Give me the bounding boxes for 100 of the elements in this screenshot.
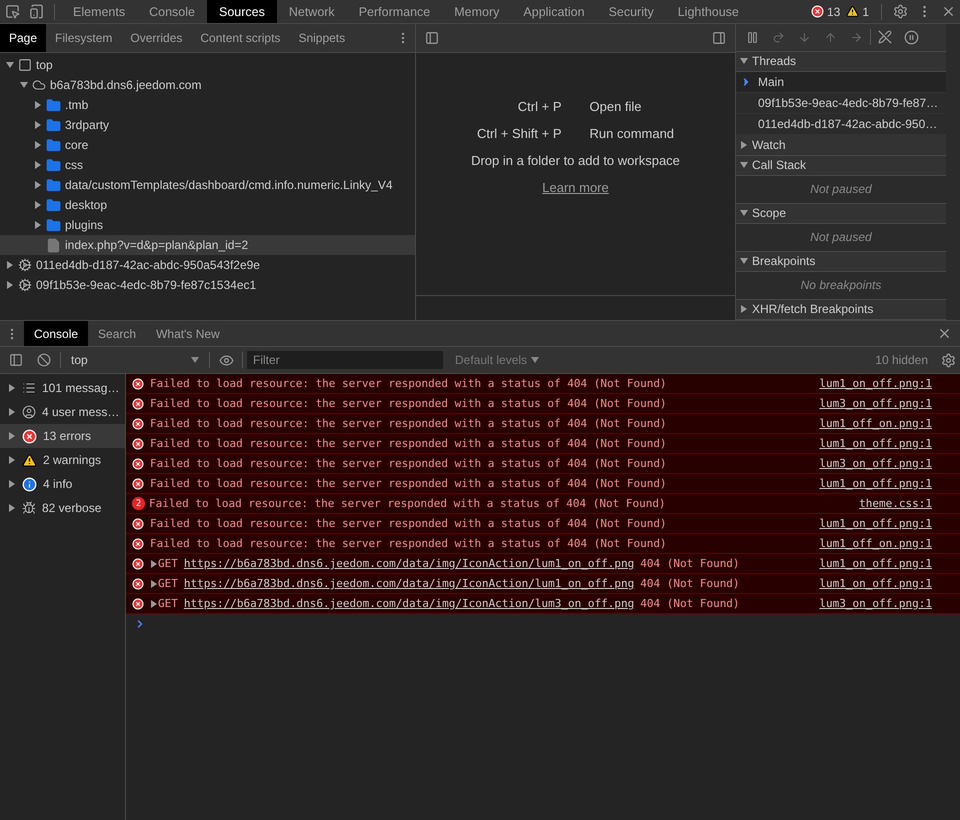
expand-arrow-icon[interactable] bbox=[150, 560, 158, 568]
tree-item[interactable]: index.php?v=d&p=plan&plan_id=2 bbox=[0, 235, 415, 255]
drop-folder-text: Drop in a folder to add to workspace bbox=[471, 153, 680, 168]
thread-item[interactable]: 011ed4db-d187-42ac-abdc-950… bbox=[736, 114, 946, 136]
panel-tab[interactable]: Security bbox=[596, 0, 666, 23]
panel-tab[interactable]: Application bbox=[511, 0, 597, 23]
section-header[interactable]: Call Stack bbox=[736, 156, 946, 176]
tree-item[interactable]: plugins bbox=[0, 215, 415, 235]
expand-arrow-icon[interactable] bbox=[8, 504, 16, 512]
source-link[interactable]: lum1_on_off.png:1 bbox=[819, 477, 932, 490]
expand-arrow-icon[interactable] bbox=[34, 221, 42, 229]
navigator-tab[interactable]: Filesystem bbox=[46, 24, 122, 52]
scrollbar[interactable] bbox=[946, 24, 960, 320]
expand-arrow-icon[interactable] bbox=[740, 57, 748, 66]
error-icon bbox=[810, 5, 824, 18]
panel-tab[interactable]: Performance bbox=[346, 0, 442, 23]
filter-item[interactable]: 4 user mess… bbox=[0, 400, 125, 424]
status-text: 404 (Not Found) bbox=[640, 597, 740, 610]
expand-arrow-icon[interactable] bbox=[740, 209, 748, 218]
expand-arrow-icon[interactable] bbox=[150, 580, 158, 588]
source-link[interactable]: lum1_on_off.png:1 bbox=[819, 377, 932, 390]
expand-arrow-icon[interactable] bbox=[34, 201, 42, 209]
section-header[interactable]: XHR/fetch Breakpoints bbox=[736, 300, 946, 320]
expand-arrow-icon[interactable] bbox=[6, 281, 14, 289]
tree-item[interactable]: .tmb bbox=[0, 95, 415, 115]
navigator-tab[interactable]: Content scripts bbox=[191, 24, 290, 52]
request-url[interactable]: https://b6a783bd.dns6.jeedom.com/data/img/IconAction/lum1_on_off.png bbox=[184, 577, 634, 590]
source-link[interactable]: lum1_off_on.png:1 bbox=[819, 537, 932, 550]
drawer-tab[interactable]: What's New bbox=[146, 321, 230, 346]
request-url[interactable]: https://b6a783bd.dns6.jeedom.com/data/img/IconAction/lum1_on_off.png bbox=[184, 557, 634, 570]
gear-icon bbox=[18, 278, 32, 292]
source-link[interactable]: lum3_on_off.png:1 bbox=[819, 457, 932, 470]
expand-arrow-icon[interactable] bbox=[34, 141, 42, 149]
source-link[interactable]: lum3_on_off.png:1 bbox=[819, 597, 932, 610]
source-link[interactable]: lum1_on_off.png:1 bbox=[819, 557, 932, 570]
expand-arrow-icon[interactable] bbox=[150, 600, 158, 608]
section-header[interactable]: Watch bbox=[736, 135, 946, 156]
navigator-tab[interactable]: Overrides bbox=[121, 24, 192, 52]
tree-item[interactable]: desktop bbox=[0, 195, 415, 215]
expand-arrow-icon[interactable] bbox=[8, 384, 16, 392]
expand-arrow-icon[interactable] bbox=[740, 141, 748, 150]
tree-item[interactable]: 09f1b53e-9eac-4edc-8b79-fe87c1534ec1 bbox=[0, 275, 415, 295]
error-icon bbox=[132, 538, 144, 550]
section-header[interactable]: Threads bbox=[736, 52, 946, 72]
panel-tab[interactable]: Console bbox=[137, 0, 207, 23]
context-select[interactable]: top bbox=[65, 353, 205, 367]
expand-arrow-icon[interactable] bbox=[34, 101, 42, 109]
drawer-tab[interactable]: Search bbox=[88, 321, 146, 346]
request-url[interactable]: https://b6a783bd.dns6.jeedom.com/data/img/IconAction/lum3_on_off.png bbox=[184, 597, 634, 610]
expand-arrow-icon[interactable] bbox=[20, 81, 28, 89]
expand-arrow-icon[interactable] bbox=[8, 432, 16, 440]
error-icon bbox=[132, 598, 144, 610]
section-header[interactable]: Breakpoints bbox=[736, 252, 946, 272]
filter-item[interactable]: 4 info bbox=[0, 472, 125, 496]
source-link[interactable]: lum1_on_off.png:1 bbox=[819, 437, 932, 450]
expand-arrow-icon[interactable] bbox=[740, 305, 748, 314]
panel-tab[interactable]: Lighthouse bbox=[666, 0, 751, 23]
navigator-tab[interactable]: Page bbox=[0, 24, 46, 52]
drawer-tab[interactable]: Console bbox=[24, 321, 88, 346]
thread-item[interactable]: 09f1b53e-9eac-4edc-8b79-fe87… bbox=[736, 93, 946, 114]
expand-arrow-icon[interactable] bbox=[6, 61, 14, 69]
expand-arrow-icon[interactable] bbox=[740, 257, 748, 266]
panel-tab[interactable]: Memory bbox=[442, 0, 512, 23]
expand-arrow-icon[interactable] bbox=[6, 261, 14, 269]
tree-item[interactable]: data/customTemplates/dashboard/cmd.info.numeric.Linky_V4 bbox=[0, 175, 415, 195]
expand-arrow-icon[interactable] bbox=[34, 161, 42, 169]
expand-arrow-icon[interactable] bbox=[34, 121, 42, 129]
filter-field[interactable]: Filter bbox=[247, 351, 443, 369]
status-text: 404 (Not Found) bbox=[640, 577, 740, 590]
filter-item[interactable]: 101 messag… bbox=[0, 376, 125, 400]
filter-item[interactable]: 82 verbose bbox=[0, 496, 125, 520]
filter-item[interactable]: 2 warnings bbox=[0, 448, 125, 472]
file-icon bbox=[46, 238, 61, 252]
filter-item[interactable]: 13 errors bbox=[0, 424, 125, 448]
error-icon bbox=[132, 578, 144, 590]
panel-tab[interactable]: Sources bbox=[206, 0, 277, 23]
source-link[interactable]: lum1_on_off.png:1 bbox=[819, 517, 932, 530]
source-link[interactable]: theme.css:1 bbox=[859, 497, 932, 510]
tree-item[interactable]: top bbox=[0, 55, 415, 75]
expand-arrow-icon[interactable] bbox=[34, 181, 42, 189]
tree-item[interactable]: css bbox=[0, 155, 415, 175]
panel-tab[interactable]: Elements bbox=[61, 0, 138, 23]
tree-item[interactable]: b6a783bd.dns6.jeedom.com bbox=[0, 75, 415, 95]
source-link[interactable]: lum3_on_off.png:1 bbox=[819, 397, 932, 410]
expand-arrow-icon[interactable] bbox=[8, 480, 16, 488]
source-link[interactable]: lum1_on_off.png:1 bbox=[819, 577, 932, 590]
tree-item[interactable]: 3rdparty bbox=[0, 115, 415, 135]
error-icon bbox=[132, 458, 144, 470]
learn-more-link[interactable]: Learn more bbox=[542, 180, 609, 195]
expand-arrow-icon[interactable] bbox=[8, 408, 16, 416]
expand-arrow-icon[interactable] bbox=[8, 456, 16, 464]
tree-item[interactable]: core bbox=[0, 135, 415, 155]
shortcut-keys: Ctrl + P bbox=[476, 99, 562, 114]
section-header[interactable]: Scope bbox=[736, 204, 946, 224]
panel-tab[interactable]: Network bbox=[276, 0, 347, 23]
navigator-tab[interactable]: Snippets bbox=[289, 24, 354, 52]
info-icon bbox=[22, 476, 37, 492]
source-link[interactable]: lum1_off_on.png:1 bbox=[819, 417, 932, 430]
expand-arrow-icon[interactable] bbox=[740, 161, 748, 170]
tree-item[interactable]: 011ed4db-d187-42ac-abdc-950a543f2e9e bbox=[0, 255, 415, 275]
